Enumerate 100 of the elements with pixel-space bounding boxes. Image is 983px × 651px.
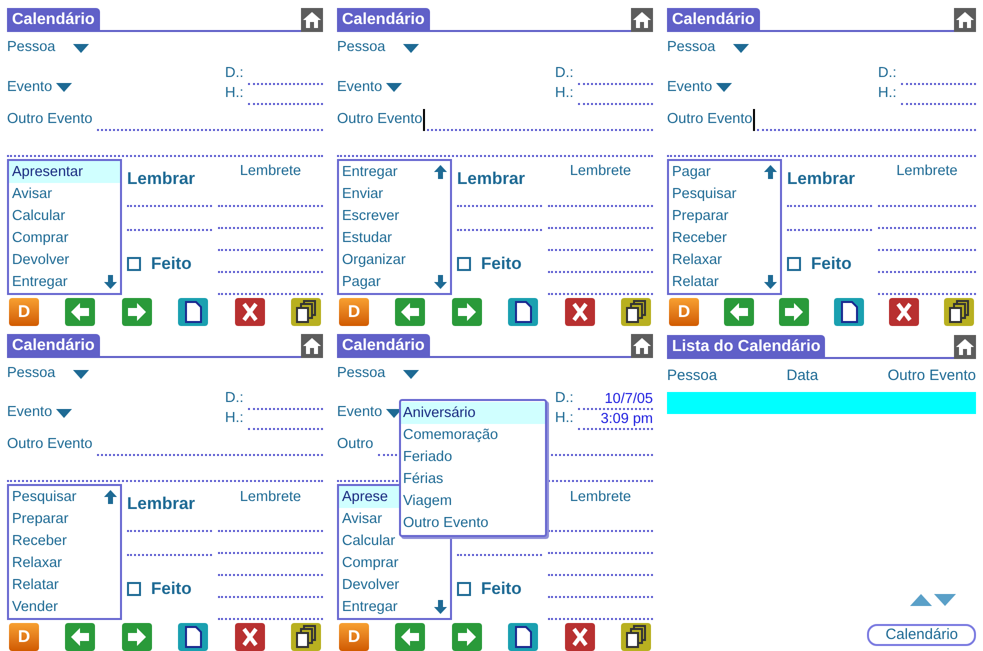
- list-item[interactable]: Calcular: [9, 205, 120, 228]
- home-icon[interactable]: [631, 8, 653, 32]
- list-item[interactable]: Pagar: [339, 271, 450, 294]
- document-icon[interactable]: [178, 622, 208, 651]
- copy-icon[interactable]: [290, 622, 321, 651]
- dropdown-icon[interactable]: [56, 408, 72, 418]
- dropdown-icon[interactable]: [73, 44, 90, 53]
- window-title: Calendário: [7, 334, 100, 358]
- menu-item[interactable]: Comemoração: [401, 424, 545, 446]
- remember-label: Lembrar: [457, 168, 526, 190]
- scroll-up-icon[interactable]: [910, 594, 932, 606]
- date-label: D.:: [225, 389, 244, 408]
- home-icon[interactable]: [301, 8, 323, 32]
- dropdown-icon[interactable]: [386, 83, 402, 92]
- column-header: Outro Evento: [888, 366, 976, 386]
- list-item[interactable]: Relaxar: [669, 249, 780, 272]
- list-item[interactable]: Organizar: [339, 249, 450, 272]
- dropdown-icon[interactable]: [56, 83, 72, 92]
- list-item[interactable]: Apresentar: [9, 161, 120, 184]
- action-list[interactable]: Pagar Pesquisar Preparar Receber Relaxar Relatar: [667, 159, 782, 296]
- list-item[interactable]: Relatar: [9, 574, 120, 596]
- delete-icon[interactable]: [234, 622, 265, 651]
- document-icon[interactable]: [508, 622, 538, 651]
- window-title: Calendário: [7, 8, 100, 32]
- dropdown-icon[interactable]: [733, 44, 750, 53]
- window-title: Calendário: [667, 8, 760, 32]
- column-header: Pessoa: [667, 366, 718, 386]
- delete-icon[interactable]: [889, 298, 919, 326]
- done-checkbox[interactable]: [457, 257, 471, 272]
- done-label: Feito: [481, 578, 522, 600]
- list-item[interactable]: Pagar: [669, 161, 780, 184]
- list-item[interactable]: Comprar: [9, 227, 120, 250]
- list-item[interactable]: Devolver: [339, 574, 450, 596]
- event-label: Evento: [337, 78, 382, 97]
- calendar-button[interactable]: Calendário: [867, 624, 976, 646]
- scroll-down-icon[interactable]: [434, 275, 447, 290]
- list-item[interactable]: Avisar: [9, 183, 120, 206]
- delete-icon[interactable]: [564, 622, 595, 651]
- home-icon[interactable]: [954, 335, 976, 359]
- menu-item[interactable]: Feriado: [401, 446, 545, 468]
- window-title: Calendário: [337, 8, 430, 32]
- done-checkbox[interactable]: [457, 582, 471, 596]
- list-item[interactable]: Estudar: [339, 227, 450, 250]
- scroll-down-icon[interactable]: [434, 600, 447, 614]
- menu-item[interactable]: Aniversário: [401, 402, 545, 424]
- action-list[interactable]: Apresentar Avisar Calcular Comprar Devolver Entregar: [7, 159, 122, 296]
- copy-icon[interactable]: [620, 622, 651, 651]
- window-title: Lista do Calendário: [667, 335, 826, 359]
- list-item[interactable]: Escrever: [339, 205, 450, 228]
- list-item[interactable]: Enviar: [339, 183, 450, 206]
- copy-icon[interactable]: [620, 298, 651, 326]
- list-item[interactable]: Pesquisar: [9, 486, 120, 508]
- column-header: Data: [786, 366, 818, 386]
- action-list[interactable]: Pesquisar Preparar Receber Relaxar Relatar Vender: [7, 484, 122, 620]
- time-value[interactable]: 3:09 pm: [600, 410, 653, 428]
- date-value[interactable]: 10/7/05: [604, 390, 653, 408]
- reminder-label: Lembrete: [896, 162, 958, 182]
- scroll-down-icon[interactable]: [934, 594, 956, 606]
- list-item[interactable]: Comprar: [339, 552, 450, 574]
- list-item[interactable]: Receber: [9, 530, 120, 552]
- done-checkbox[interactable]: [127, 257, 141, 272]
- copy-icon[interactable]: [944, 298, 974, 326]
- dropdown-icon[interactable]: [403, 370, 420, 379]
- scroll-up-icon[interactable]: [764, 165, 777, 180]
- dropdown-icon[interactable]: [716, 83, 732, 92]
- list-item[interactable]: Preparar: [9, 508, 120, 530]
- done-checkbox[interactable]: [127, 582, 141, 596]
- list-item[interactable]: Vender: [9, 596, 120, 618]
- copy-icon[interactable]: [290, 298, 321, 326]
- scroll-down-icon[interactable]: [764, 275, 777, 290]
- delete-icon[interactable]: [564, 298, 595, 326]
- dropdown-icon[interactable]: [73, 370, 90, 379]
- list-item[interactable]: Entregar: [339, 161, 450, 184]
- home-icon[interactable]: [954, 8, 976, 32]
- list-item[interactable]: Entregar: [339, 596, 450, 618]
- scroll-up-icon[interactable]: [104, 490, 117, 504]
- action-list[interactable]: Entregar Enviar Escrever Estudar Organizar Pagar: [337, 159, 452, 296]
- home-icon[interactable]: [301, 334, 323, 358]
- time-label: H.:: [225, 84, 244, 103]
- list-item[interactable]: Entregar: [9, 271, 120, 294]
- list-item[interactable]: Receber: [669, 227, 780, 250]
- document-icon[interactable]: [834, 298, 864, 326]
- reminder-label: Lembrete: [570, 162, 632, 182]
- scroll-down-icon[interactable]: [104, 275, 117, 290]
- dropdown-icon[interactable]: [403, 44, 420, 53]
- list-item[interactable]: Relatar: [669, 271, 780, 294]
- delete-icon[interactable]: [234, 298, 265, 326]
- document-icon[interactable]: [508, 298, 538, 326]
- event-label: Evento: [337, 403, 382, 422]
- list-item[interactable]: Preparar: [669, 205, 780, 228]
- document-icon[interactable]: [178, 298, 208, 326]
- list-item[interactable]: Devolver: [9, 249, 120, 272]
- list-item[interactable]: Relaxar: [9, 552, 120, 574]
- list-item[interactable]: Pesquisar: [669, 183, 780, 206]
- person-label: Pessoa: [337, 38, 386, 58]
- time-label: H.:: [555, 409, 574, 428]
- done-checkbox[interactable]: [787, 257, 801, 272]
- home-icon[interactable]: [631, 334, 653, 358]
- scroll-up-icon[interactable]: [434, 165, 447, 180]
- other-event-label: Outro Evento: [7, 435, 94, 454]
